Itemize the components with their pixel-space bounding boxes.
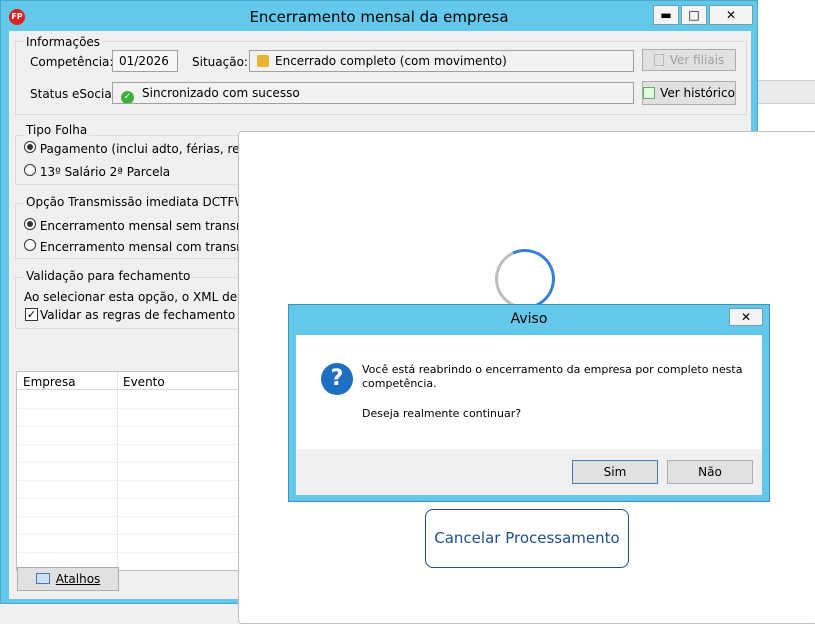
validar-regras-label: Validar as regras de fechamento: [40, 308, 236, 322]
ver-historico-button[interactable]: Ver histórico: [642, 81, 736, 105]
radio-13-salario-label: 13º Salário 2ª Parcela: [39, 165, 171, 179]
building-icon: [653, 54, 664, 66]
table-row: [17, 480, 267, 481]
table-row: [17, 498, 267, 499]
competencia-field[interactable]: 01/2026: [112, 50, 178, 72]
events-grid[interactable]: Empresa Evento: [16, 371, 267, 572]
dialog-message-line1: Você está reabrindo o encerramento da em…: [362, 363, 743, 376]
radio-pagamento[interactable]: [24, 141, 36, 153]
competencia-label: Competência:: [30, 55, 114, 69]
transmissao-option-sem[interactable]: Encerramento mensal sem transmissã: [24, 218, 271, 233]
radio-13-salario[interactable]: [24, 164, 36, 176]
dialog-message-line2: competência.: [362, 377, 437, 390]
dialog-title: Aviso: [510, 311, 548, 327]
windows-icon: [35, 573, 50, 584]
ver-filiais-button[interactable]: Ver filiais: [642, 49, 736, 71]
status-esocial-field: ✓ Sincronizado com sucesso: [112, 82, 634, 104]
minimize-button[interactable]: ▬: [653, 5, 679, 25]
aviso-dialog: Aviso ✕ ? Você está reabrindo o encerram…: [288, 304, 770, 502]
maximize-button[interactable]: □: [681, 5, 707, 25]
transmissao-label: Opção Transmissão imediata DCTFWeb (: [24, 195, 272, 209]
background-toolbar: [757, 80, 815, 104]
table-row: [17, 462, 267, 463]
check-circle-icon: ✓: [121, 91, 134, 103]
history-icon: [643, 87, 656, 99]
table-row: [17, 408, 267, 409]
validar-regras-checkbox[interactable]: ✓: [25, 308, 38, 321]
window-title: Encerramento mensal da empresa: [249, 8, 509, 26]
dialog-footer: Sim Não: [296, 449, 762, 495]
column-header-empresa[interactable]: Empresa: [23, 375, 76, 389]
table-row: [17, 444, 267, 445]
status-esocial-value: Sincronizado com sucesso: [142, 86, 300, 100]
question-icon: ?: [321, 363, 353, 395]
nao-button[interactable]: Não: [667, 460, 753, 484]
tipo-folha-option-13[interactable]: 13º Salário 2ª Parcela: [24, 164, 170, 179]
validacao-text: Ao selecionar esta opção, o XML de retor: [24, 290, 270, 304]
tipo-folha-option-pagamento[interactable]: Pagamento (inclui adto, férias, rescisã: [24, 141, 269, 156]
table-row: [17, 552, 267, 553]
radio-pagamento-label: Pagamento (inclui adto, férias, rescisã: [39, 142, 270, 156]
status-esocial-label: Status eSocial:: [30, 87, 120, 101]
column-divider: [117, 372, 118, 572]
radio-com-transmissao[interactable]: [24, 239, 36, 251]
atalhos-button[interactable]: Atalhos: [17, 567, 119, 591]
ver-historico-label: Ver histórico: [660, 86, 735, 100]
radio-com-transmissao-label: Encerramento mensal com transmissã: [39, 240, 272, 254]
radio-sem-transmissao[interactable]: [24, 218, 36, 230]
dialog-close-button[interactable]: ✕: [729, 308, 763, 326]
situacao-value: Encerrado completo (com movimento): [275, 54, 507, 68]
close-button[interactable]: ✕: [709, 5, 753, 25]
dialog-body: ? Você está reabrindo o encerramento da …: [296, 335, 762, 495]
column-header-evento[interactable]: Evento: [123, 375, 165, 389]
table-row: [17, 516, 267, 517]
ver-filiais-label: Ver filiais: [669, 53, 725, 67]
situacao-field: Encerrado completo (com movimento): [249, 50, 634, 72]
info-group-label: Informações: [24, 35, 103, 49]
situacao-label: Situação:: [192, 55, 248, 69]
table-row: [17, 534, 267, 535]
radio-sem-transmissao-label: Encerramento mensal sem transmissã: [39, 219, 271, 233]
dialog-question: Deseja realmente continuar?: [362, 407, 522, 420]
table-row: [17, 426, 267, 427]
cancel-processing-button[interactable]: Cancelar Processamento: [425, 509, 629, 568]
lock-icon: [257, 55, 269, 67]
atalhos-label: Atalhos: [55, 572, 101, 586]
transmissao-option-com[interactable]: Encerramento mensal com transmissã: [24, 239, 271, 254]
validacao-label: Validação para fechamento: [24, 269, 193, 283]
sim-button[interactable]: Sim: [572, 460, 658, 484]
title-bar[interactable]: FP Encerramento mensal da empresa ▬ □ ✕: [1, 1, 757, 31]
tipo-folha-label: Tipo Folha: [24, 123, 90, 137]
